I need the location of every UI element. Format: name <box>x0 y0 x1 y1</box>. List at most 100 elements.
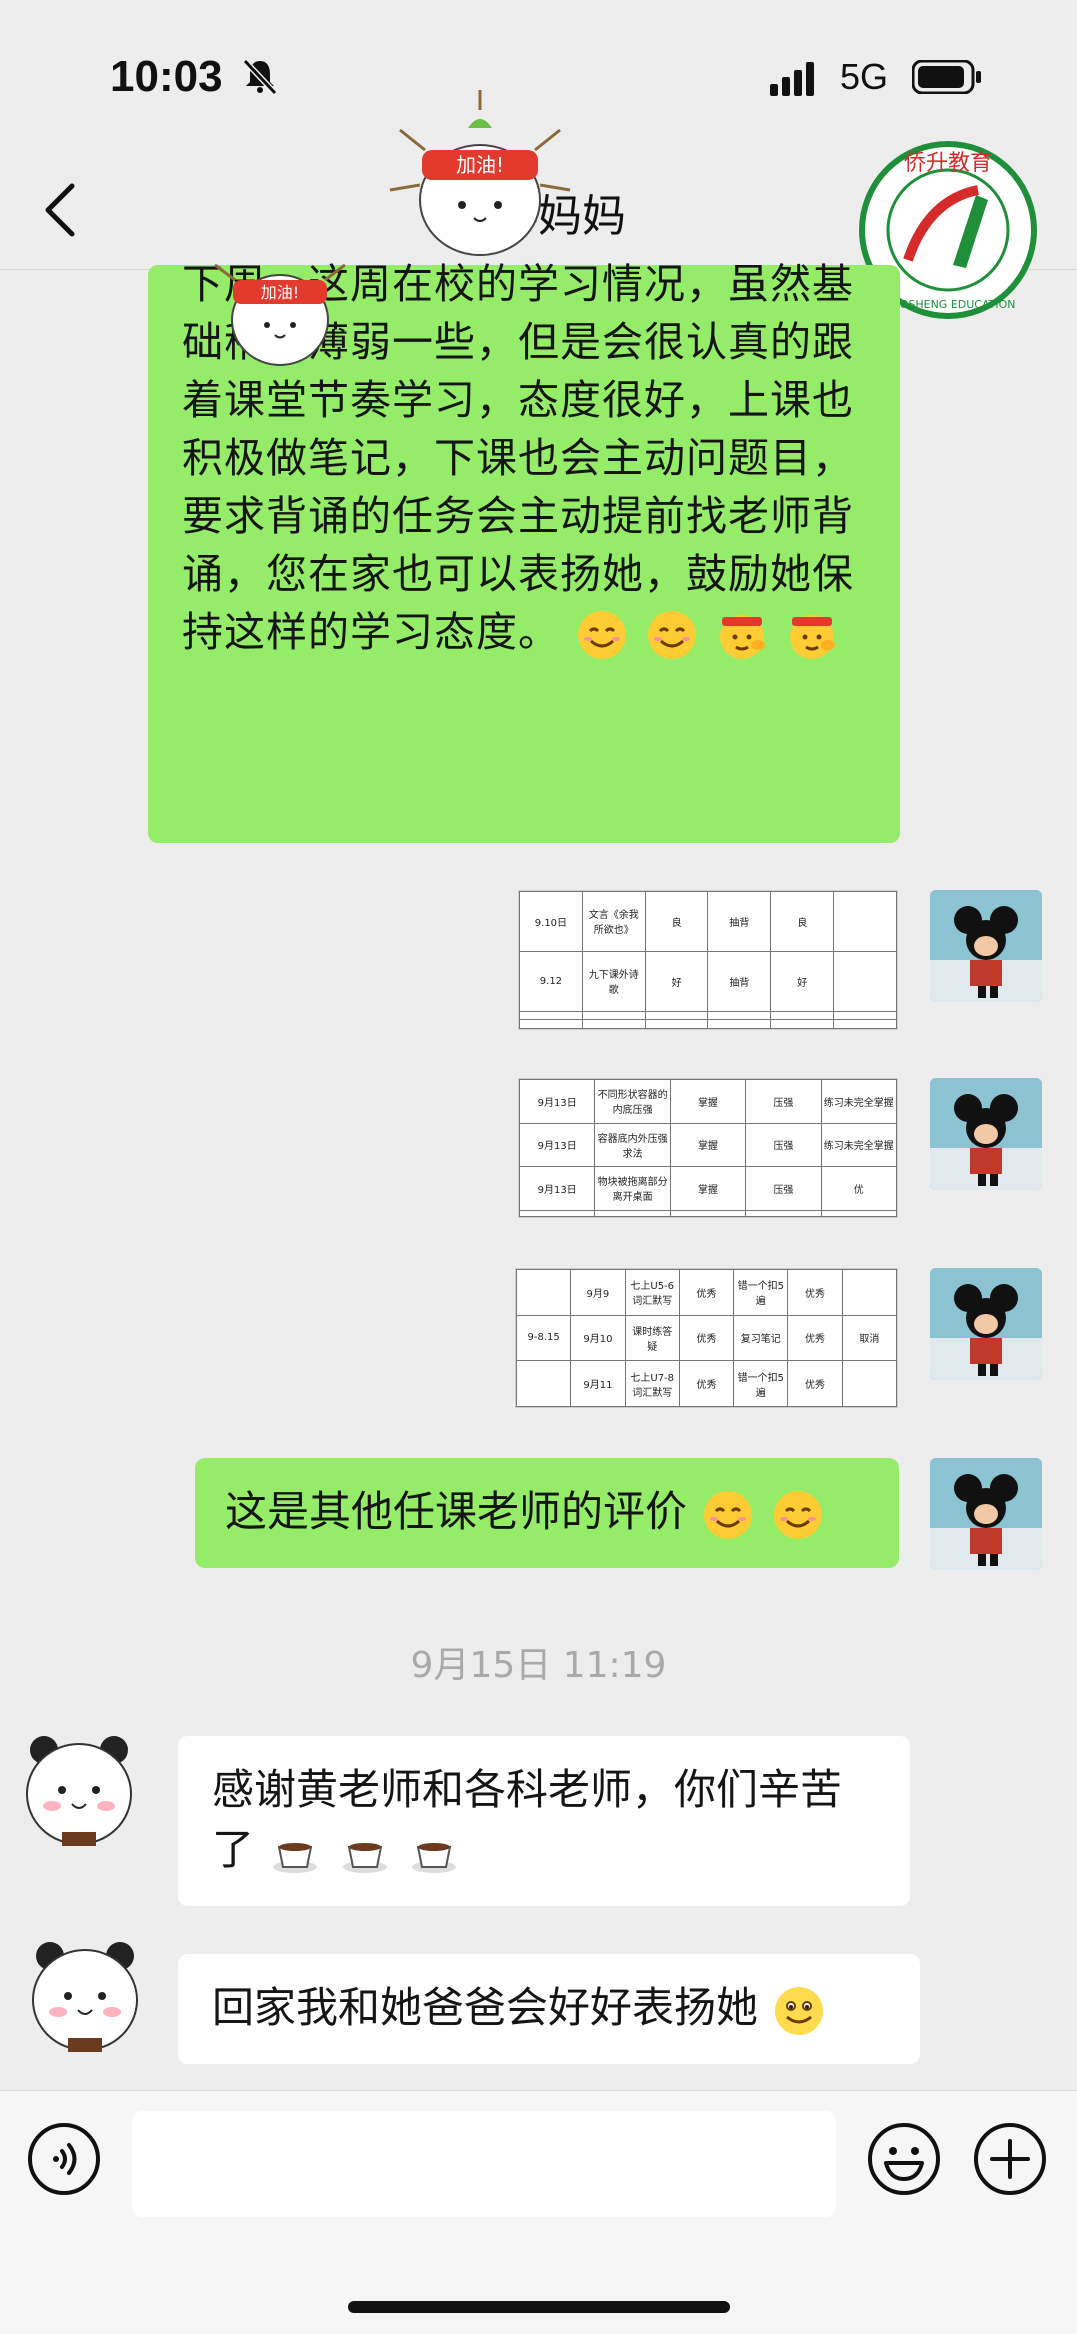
score-table: 9.10日 文言《余我所欲也》良抽背良 9.12 九下课外诗歌好抽背好 <box>519 891 897 1029</box>
emoji-picker-icon[interactable] <box>866 2121 942 2197</box>
table-cell: 优秀 <box>787 1314 843 1362</box>
table-row: 9.10日 文言《余我所欲也》良抽背良 <box>519 891 897 952</box>
table-cell: 优秀 <box>678 1360 735 1407</box>
table-cell: 9.12 <box>519 950 583 1012</box>
coffee-emoji-icon <box>342 1842 387 1873</box>
back-arrow-icon[interactable] <box>40 180 80 240</box>
table-row <box>519 1209 897 1217</box>
message-bubble-parent-praise[interactable]: 回家我和她爸爸会好好表扬她 <box>178 1954 920 2064</box>
table-cell: 优秀 <box>787 1360 843 1407</box>
table-cell: 优 <box>820 1166 897 1211</box>
voice-input-icon[interactable] <box>26 2121 102 2197</box>
svg-text:侨升教育: 侨升教育 <box>904 151 992 176</box>
table-row: 9月13日 不同形状容器的内底压强 掌握 压强 练习未完全掌握 <box>519 1079 897 1124</box>
score-table: 9月9 七上U5-6词汇默写 优秀 错一个扣5遍 优秀 9-8.15 9月10 课时练答疑 优秀… <box>516 1269 897 1407</box>
table-row: 9月11 七上U7-8词汇默写 优秀 错一个扣5遍 优秀 <box>516 1360 897 1407</box>
table-cell: 好 <box>644 950 709 1012</box>
chat-input-bar <box>0 2090 1077 2334</box>
table-cell: 良 <box>644 891 709 952</box>
table-cell: 抽背 <box>707 891 772 952</box>
table-cell: 9月13日 <box>519 1122 596 1168</box>
table-cell: 七上U7-8词汇默写 <box>624 1360 680 1407</box>
table-row: 9月13日 容器底内外压强求法 掌握 压强 练习未完全掌握 <box>519 1122 897 1168</box>
table-cell: 9月9 <box>570 1269 626 1316</box>
smile-emoji-icon <box>648 611 697 659</box>
table-cell: 复习笔记 <box>733 1314 789 1362</box>
message-text: 回家我和她爸爸会好好表扬她 <box>212 1983 759 2032</box>
bell-muted-icon <box>242 58 278 96</box>
user-avatar[interactable] <box>930 1268 1042 1380</box>
table-cell <box>833 891 897 952</box>
cheer-sticker: 加油! <box>389 90 571 256</box>
user-avatar[interactable] <box>930 1078 1042 1190</box>
salute-emoji-icon <box>790 615 836 659</box>
table-cell <box>581 1019 646 1029</box>
image-message-table-physics[interactable]: 9月13日 不同形状容器的内底压强 掌握 压强 练习未完全掌握 9月13日 容器底内外压强求… <box>518 1078 898 1218</box>
table-cell: 课时练答疑 <box>624 1314 680 1362</box>
message-input[interactable] <box>132 2111 836 2217</box>
table-cell: 压强 <box>745 1122 822 1168</box>
table-cell: 练习未完全掌握 <box>820 1122 897 1168</box>
coffee-emoji-icon <box>412 1842 457 1873</box>
image-message-table-english[interactable]: 9月9 七上U5-6词汇默写 优秀 错一个扣5遍 优秀 9-8.15 9月10 课时练答疑 优秀… <box>515 1268 898 1408</box>
table-cell: 压强 <box>745 1166 822 1211</box>
table-cell <box>581 1010 646 1021</box>
table-cell <box>820 1209 897 1217</box>
coffee-emoji-icon <box>273 1842 318 1873</box>
score-table: 9月13日 不同形状容器的内底压强 掌握 压强 练习未完全掌握 9月13日 容器底内外压强求… <box>519 1079 897 1217</box>
table-cell <box>594 1209 671 1217</box>
table-cell <box>516 1269 572 1316</box>
home-indicator[interactable] <box>348 2301 730 2313</box>
mickey-avatar-icon <box>930 1268 1042 1380</box>
table-cell <box>841 1360 897 1407</box>
status-time: 10:03 <box>110 52 223 101</box>
table-cell: 七上U5-6词汇默写 <box>624 1269 680 1316</box>
smile-emoji-icon <box>773 1490 822 1539</box>
svg-text:QIAOSHENG EDUCATION: QIAOSHENG EDUCATION <box>880 298 1015 311</box>
table-cell <box>833 1019 897 1029</box>
table-cell <box>707 1019 772 1029</box>
table-cell: 9月10 <box>570 1314 626 1362</box>
cellular-signal-icon <box>770 62 814 96</box>
sticker-text: 加油! <box>456 153 504 177</box>
table-cell <box>519 1010 583 1021</box>
chat-timestamp: 9月15日 11:19 <box>410 1645 667 1686</box>
image-message-table-chinese[interactable]: 9.10日 文言《余我所欲也》良抽背良 9.12 九下课外诗歌好抽背好 <box>518 890 898 1030</box>
cheer-sticker-small: 加油! <box>214 263 346 366</box>
mickey-avatar-icon <box>930 1078 1042 1190</box>
table-cell <box>833 950 897 1012</box>
user-avatar[interactable] <box>930 1458 1042 1570</box>
table-cell <box>770 1010 835 1021</box>
mickey-avatar-icon <box>930 1458 1042 1570</box>
message-bubble-other-teachers[interactable]: 这是其他任课老师的评价 <box>195 1458 899 1568</box>
table-cell <box>644 1010 709 1021</box>
grin-emoji-icon <box>775 1986 824 2035</box>
table-cell: 压强 <box>745 1079 822 1124</box>
table-cell <box>707 1010 772 1021</box>
table-cell: 错一个扣5遍 <box>733 1360 789 1407</box>
table-cell <box>644 1019 709 1029</box>
table-cell <box>841 1269 897 1316</box>
table-cell: 练习未完全掌握 <box>820 1079 897 1124</box>
message-text: 这是其他任课老师的评价 <box>225 1487 688 1536</box>
table-row: 9-8.15 9月10 课时练答疑 优秀 复习笔记 优秀 取消 <box>516 1314 897 1362</box>
table-cell: 优秀 <box>678 1269 735 1316</box>
table-cell: 9-8.15 <box>516 1314 572 1362</box>
table-row <box>519 1019 897 1029</box>
svg-text:加油!: 加油! <box>261 283 299 302</box>
panda-avatar[interactable] <box>14 1722 144 1852</box>
panda-avatar[interactable] <box>20 1928 150 2058</box>
smile-emoji-icon <box>578 611 627 659</box>
table-cell: 容器底内外压强求法 <box>594 1122 671 1168</box>
table-row: 9.12 九下课外诗歌好抽背好 <box>519 950 897 1012</box>
table-cell: 掌握 <box>669 1166 747 1211</box>
table-cell: 优秀 <box>678 1314 735 1362</box>
table-cell <box>519 1209 596 1217</box>
table-cell <box>519 1019 583 1029</box>
table-row: 9月13日 物块被拖离部分离开桌面 掌握 压强优 <box>519 1166 897 1211</box>
more-options-plus-icon[interactable] <box>972 2121 1048 2197</box>
salute-emoji-icon <box>720 615 766 659</box>
message-bubble-parent-thanks[interactable]: 感谢黄老师和各科老师，你们辛苦了 <box>178 1736 910 1906</box>
user-avatar[interactable] <box>930 890 1042 1002</box>
table-cell <box>516 1360 572 1407</box>
